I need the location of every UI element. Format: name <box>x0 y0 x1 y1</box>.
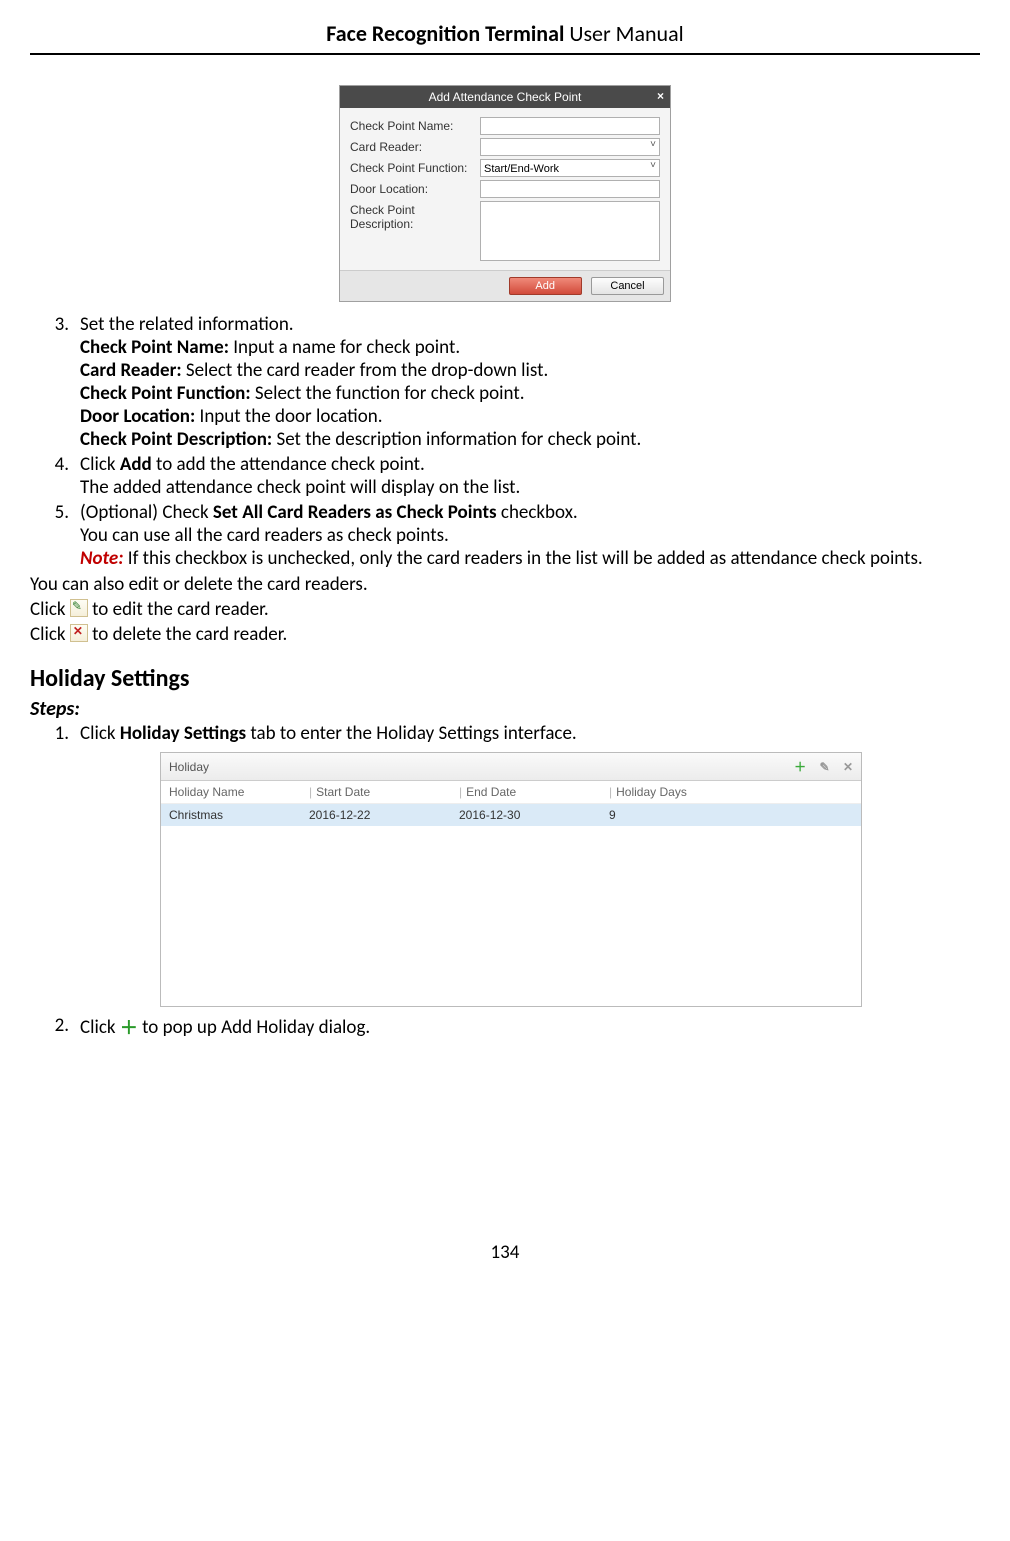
step3-lead: Set the related information. <box>80 313 641 336</box>
add-button[interactable]: Add <box>509 277 582 295</box>
step3-reader: Card Reader: Select the card reader from… <box>80 359 641 382</box>
step5-note: Note: If this checkbox is unchecked, onl… <box>80 547 979 570</box>
cell-holiday-days: 9 <box>609 808 853 822</box>
page-number: 134 <box>30 1241 980 1264</box>
check-point-function-select[interactable]: Start/End-Work <box>480 159 660 177</box>
dialog-titlebar: Add Attendance Check Point × <box>340 86 670 108</box>
col-holiday-days: Holiday Days <box>609 785 853 799</box>
label-check-point-name: Check Point Name: <box>350 117 480 133</box>
hstep1-number: 1. <box>30 721 79 746</box>
hstep2-text: Click ＋ to pop up Add Holiday dialog. <box>80 1014 370 1040</box>
holiday-panel-title: Holiday <box>169 760 209 774</box>
cell-start-date: 2016-12-22 <box>309 808 459 822</box>
door-location-input[interactable] <box>480 180 660 198</box>
card-reader-select[interactable] <box>480 138 660 156</box>
hstep1-text: Click Holiday Settings tab to enter the … <box>80 722 577 745</box>
table-row[interactable]: Christmas 2016-12-22 2016-12-30 9 <box>161 804 861 826</box>
cancel-button[interactable]: Cancel <box>591 277 664 295</box>
col-holiday-name: Holiday Name <box>169 785 309 799</box>
delete-icon[interactable] <box>70 624 88 642</box>
step4-line2: The added attendance check point will di… <box>80 476 520 499</box>
delete-panel-icon[interactable]: ✕ <box>843 760 853 774</box>
step5-line1: (Optional) Check Set All Card Readers as… <box>80 501 979 524</box>
step3-func: Check Point Function: Select the functio… <box>80 382 641 405</box>
holiday-panel: Holiday ＋ ✎ ✕ Holiday Name Start Date En… <box>160 752 862 1007</box>
step4-number: 4. <box>30 452 79 500</box>
step3-door: Door Location: Input the door location. <box>80 405 641 428</box>
edit-icon[interactable] <box>70 599 88 617</box>
holiday-columns: Holiday Name Start Date End Date Holiday… <box>161 781 861 804</box>
step3-number: 3. <box>30 312 79 452</box>
steps-label: Steps: <box>30 697 980 721</box>
add-holiday-icon[interactable]: ＋ <box>120 1017 138 1039</box>
header-title-light: User Manual <box>564 20 683 47</box>
col-start-date: Start Date <box>309 785 459 799</box>
holiday-settings-heading: Holiday Settings <box>30 664 980 693</box>
col-end-date: End Date <box>459 785 609 799</box>
edit-panel-icon[interactable]: ✎ <box>820 760 830 774</box>
label-check-point-function: Check Point Function: <box>350 159 480 175</box>
add-attendance-dialog: Add Attendance Check Point × Check Point… <box>339 85 671 302</box>
page-header: Face Recognition Terminal User Manual <box>30 20 980 55</box>
check-point-description-input[interactable] <box>480 201 660 261</box>
label-door-location: Door Location: <box>350 180 480 196</box>
label-card-reader: Card Reader: <box>350 138 480 154</box>
cell-end-date: 2016-12-30 <box>459 808 609 822</box>
check-point-name-input[interactable] <box>480 117 660 135</box>
dialog-title-text: Add Attendance Check Point <box>429 90 582 104</box>
delete-line: Click to delete the card reader. <box>30 623 980 646</box>
edit-line: Click to edit the card reader. <box>30 598 980 621</box>
cell-holiday-name: Christmas <box>169 808 309 822</box>
add-icon[interactable]: ＋ <box>794 760 806 774</box>
edit-delete-intro: You can also edit or delete the card rea… <box>30 573 980 596</box>
step4-line1: Click Add to add the attendance check po… <box>80 453 520 476</box>
step5-number: 5. <box>30 500 79 571</box>
label-check-point-description: Check Point Description: <box>350 201 480 231</box>
step3-desc: Check Point Description: Set the descrip… <box>80 428 641 451</box>
step3-name: Check Point Name: Input a name for check… <box>80 336 641 359</box>
step5-line2: You can use all the card readers as chec… <box>80 524 979 547</box>
header-title-bold: Face Recognition Terminal <box>326 20 564 47</box>
hstep2-number: 2. <box>30 1013 79 1041</box>
close-icon[interactable]: × <box>657 89 664 103</box>
